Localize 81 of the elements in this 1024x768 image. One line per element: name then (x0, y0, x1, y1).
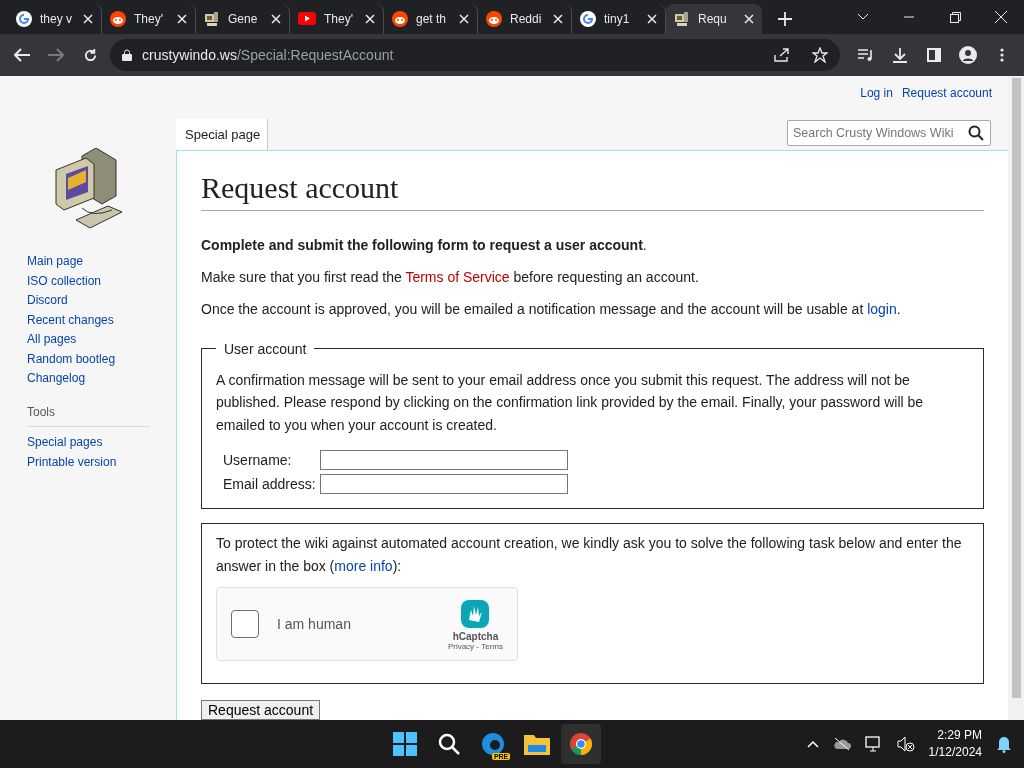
plus-icon[interactable] (778, 12, 792, 26)
approval-text: Once the account is approved, you will be emailed a notification message and the account will be usable at login. (201, 299, 902, 319)
computer-icon (674, 11, 690, 27)
page-title: Request account (201, 169, 984, 211)
terms-link[interactable]: Terms of Service (405, 268, 510, 285)
forward-arrow-icon[interactable] (48, 48, 64, 62)
reddit-icon (392, 11, 408, 27)
sidebar-link[interactable]: Recent changes (27, 312, 176, 328)
side-panel-icon[interactable] (927, 48, 941, 62)
confirmation-text: A confirmation message will be sent to your email address once you submit this request. The address will not be published. Please respond by clicking on the confirmation link provided by the email. Finally, your password will be emailed to you when your account is created. (216, 370, 925, 435)
star-icon[interactable] (812, 47, 828, 63)
terms-link[interactable]: Terms (481, 641, 503, 651)
close-icon[interactable] (83, 14, 93, 24)
more-info-link[interactable]: more info (334, 557, 393, 574)
download-icon[interactable] (892, 47, 908, 63)
clock-date[interactable]: 1/12/2024 (928, 744, 982, 761)
media-queue-icon[interactable] (858, 48, 874, 62)
chevron-down-icon[interactable] (857, 13, 869, 21)
captcha-label: I am human (277, 616, 352, 632)
lock-icon (122, 49, 132, 61)
cloud-icon[interactable] (832, 737, 851, 751)
personal-link[interactable]: Request account (901, 86, 992, 100)
close-icon[interactable] (365, 14, 375, 24)
terms-text: Make sure that you first read the Terms of Service before requesting an account. (201, 267, 700, 287)
input-field[interactable] (319, 450, 568, 470)
menu-icon[interactable] (1000, 48, 1004, 62)
login-link[interactable]: login (867, 300, 897, 317)
sidebar-link[interactable]: Changelog (27, 371, 176, 387)
search-field[interactable]: Search Crusty Windows Wiki (787, 120, 991, 146)
sidebar-link[interactable]: Random bootleg (27, 351, 176, 367)
google-icon (16, 11, 32, 27)
field-label: Email address: (223, 476, 316, 492)
submit-button[interactable]: Request account (201, 700, 321, 720)
bell-icon[interactable] (996, 735, 1012, 753)
chevron-up-icon[interactable] (806, 740, 819, 748)
reddit-icon (110, 11, 126, 27)
close-icon[interactable] (647, 14, 657, 24)
captcha-text: To protect the wiki against automated account creation, we kindly ask you to solve the following task below and enter the answer in the box (more info): (216, 534, 963, 576)
sidebar-link[interactable]: Printable version (27, 454, 150, 470)
scrollbar[interactable] (1008, 76, 1024, 720)
privacy-link[interactable]: Privacy (447, 641, 475, 651)
reload-icon[interactable] (82, 47, 98, 63)
sidebar-link[interactable]: Discord (27, 293, 176, 309)
panel-legend: User account (216, 340, 315, 357)
captcha-brand: hCaptcha (452, 630, 499, 642)
profile-icon[interactable] (959, 46, 977, 64)
windows-icon[interactable] (393, 732, 418, 756)
share-icon[interactable] (774, 48, 790, 62)
computer-icon (204, 11, 220, 27)
chrome-icon[interactable] (569, 732, 594, 756)
close-icon[interactable] (553, 14, 563, 24)
back-arrow-icon[interactable] (14, 48, 30, 62)
search-icon[interactable] (438, 733, 461, 755)
google-icon (580, 11, 596, 27)
folder-icon[interactable] (524, 733, 551, 755)
network-icon[interactable] (864, 736, 883, 752)
address-bar[interactable]: crustywindo.ws/Special:RequestAccount (110, 39, 840, 71)
intro-text: Complete and submit the following form to request a user account. (201, 235, 648, 255)
youtube-icon (298, 12, 316, 26)
separator-text: - (476, 641, 479, 651)
input-field[interactable] (319, 474, 568, 494)
clock-time[interactable]: 2:29 PM (937, 727, 982, 744)
captcha-checkbox[interactable] (231, 610, 259, 638)
personal-link[interactable]: Log in (860, 86, 893, 100)
sidebar-link[interactable]: Main page (27, 254, 176, 270)
close-icon[interactable] (995, 11, 1007, 23)
sidebar-link[interactable]: All pages (27, 332, 176, 348)
muted-speaker-icon[interactable] (896, 736, 915, 752)
sidebar-link[interactable]: ISO collection (27, 273, 176, 289)
sidebar-heading: Tools (27, 404, 150, 427)
sidebar-link[interactable]: Special pages (27, 435, 150, 451)
page-tab[interactable]: Special page (176, 119, 269, 150)
close-icon[interactable] (744, 14, 754, 24)
close-icon[interactable] (459, 14, 469, 24)
close-icon[interactable] (271, 14, 281, 24)
close-icon[interactable] (177, 14, 187, 24)
restore-icon[interactable] (949, 11, 961, 23)
reddit-icon (486, 11, 502, 27)
browser-tab[interactable]: Requ (666, 4, 762, 34)
field-label: Username: (223, 452, 293, 468)
search-icon[interactable] (968, 125, 984, 141)
